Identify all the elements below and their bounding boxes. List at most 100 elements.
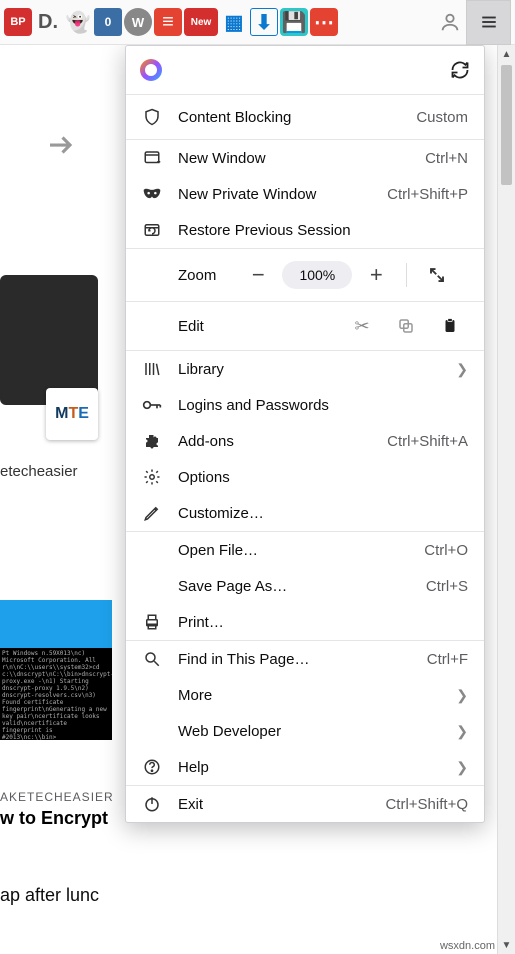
zoom-in-button[interactable]: +	[358, 259, 394, 291]
profile-icon[interactable]	[436, 8, 464, 36]
new-window-label: New Window	[178, 150, 409, 167]
sync-button[interactable]	[450, 60, 470, 80]
dots-icon[interactable]: ⋯	[310, 8, 338, 36]
content-blocking-status: Custom	[416, 109, 468, 126]
edit-row: Edit ✂	[126, 302, 484, 350]
help-icon	[142, 758, 162, 776]
web-dev-label: Web Developer	[178, 723, 440, 740]
restore-icon	[142, 221, 162, 239]
pocket-title: w to Encrypt	[0, 808, 108, 829]
help-label: Help	[178, 759, 440, 776]
browser-toolbar: BP D. 👻 0 W ≡ New ▦ ⬇ 💾 ⋯	[0, 0, 515, 45]
new-private-row[interactable]: New Private Window Ctrl+Shift+P	[126, 176, 484, 212]
fullscreen-button[interactable]	[419, 259, 455, 291]
find-row[interactable]: Find in This Page… Ctrl+F	[126, 641, 484, 677]
restore-label: Restore Previous Session	[178, 222, 468, 239]
w-icon[interactable]: W	[124, 8, 152, 36]
scroll-up-icon[interactable]: ▲	[498, 45, 515, 63]
content-blocking-row[interactable]: Content Blocking Custom	[126, 95, 484, 139]
chevron-right-icon: ❯	[456, 759, 468, 776]
mask-icon	[142, 188, 162, 200]
restore-session-row[interactable]: Restore Previous Session	[126, 212, 484, 248]
key-icon	[142, 398, 162, 412]
new-window-row[interactable]: New Window Ctrl+N	[126, 140, 484, 176]
exit-row[interactable]: Exit Ctrl+Shift+Q	[126, 786, 484, 822]
exit-shortcut: Ctrl+Shift+Q	[385, 796, 468, 813]
badge-icon[interactable]: 0	[94, 8, 122, 36]
addons-label: Add-ons	[178, 433, 371, 450]
zoom-value[interactable]: 100%	[282, 261, 352, 289]
more-row[interactable]: More ❯	[126, 677, 484, 713]
save-as-shortcut: Ctrl+S	[426, 578, 468, 595]
pocket-tile[interactable]: Pt Windows n.59X013\nc) Microsoft Corpor…	[0, 600, 112, 740]
open-file-shortcut: Ctrl+O	[424, 542, 468, 559]
hamburger-menu-button[interactable]	[466, 0, 511, 45]
help-row[interactable]: Help ❯	[126, 749, 484, 785]
new-private-shortcut: Ctrl+Shift+P	[387, 186, 468, 203]
ghost-icon[interactable]: 👻	[64, 8, 92, 36]
zoom-label: Zoom	[178, 267, 216, 284]
content-blocking-label: Content Blocking	[178, 109, 400, 126]
library-row[interactable]: Library ❯	[126, 351, 484, 387]
profile-row	[126, 46, 484, 94]
logins-row[interactable]: Logins and Passwords	[126, 387, 484, 423]
nav-arrow-icon[interactable]	[40, 125, 80, 165]
watermark: wsxdn.com	[440, 940, 495, 952]
adblock-icon[interactable]: BP	[4, 8, 32, 36]
save-as-row[interactable]: Save Page As… Ctrl+S	[126, 568, 484, 604]
copy-button[interactable]	[384, 309, 428, 343]
d-icon[interactable]: D.	[34, 8, 62, 36]
search-icon	[142, 650, 162, 668]
cut-button[interactable]: ✂	[340, 309, 384, 343]
topsite-caption: etecheasier	[0, 463, 78, 480]
scroll-thumb[interactable]	[501, 65, 512, 185]
dash-icon[interactable]: ▦	[220, 8, 248, 36]
app-menu: Content Blocking Custom New Window Ctrl+…	[125, 45, 485, 823]
vertical-scrollbar[interactable]: ▲ ▼	[497, 45, 515, 954]
options-row[interactable]: Options	[126, 459, 484, 495]
terminal-thumbnail: Pt Windows n.59X013\nc) Microsoft Corpor…	[0, 648, 112, 740]
web-dev-row[interactable]: Web Developer ❯	[126, 713, 484, 749]
print-icon	[142, 613, 162, 631]
edit-label: Edit	[178, 318, 340, 335]
paste-button[interactable]	[428, 309, 472, 343]
print-label: Print…	[178, 614, 468, 631]
save-icon[interactable]: 💾	[280, 8, 308, 36]
bottom-text: ap after lunc	[0, 885, 99, 906]
addons-shortcut: Ctrl+Shift+A	[387, 433, 468, 450]
download-icon[interactable]: ⬇	[250, 8, 278, 36]
customize-label: Customize…	[178, 505, 468, 522]
gear-icon	[142, 468, 162, 486]
new-window-shortcut: Ctrl+N	[425, 150, 468, 167]
shield-icon	[142, 108, 162, 126]
paint-icon	[142, 504, 162, 522]
new-private-label: New Private Window	[178, 186, 371, 203]
save-as-label: Save Page As…	[178, 578, 410, 595]
find-label: Find in This Page…	[178, 651, 411, 668]
print-row[interactable]: Print…	[126, 604, 484, 640]
open-file-label: Open File…	[178, 542, 408, 559]
open-file-row[interactable]: Open File… Ctrl+O	[126, 532, 484, 568]
window-icon	[142, 149, 162, 167]
logins-label: Logins and Passwords	[178, 397, 468, 414]
scroll-down-icon[interactable]: ▼	[498, 936, 515, 954]
mte-logo: MTE	[55, 405, 89, 423]
library-icon	[142, 360, 162, 378]
power-icon	[142, 795, 162, 813]
exit-label: Exit	[178, 796, 369, 813]
find-shortcut: Ctrl+F	[427, 651, 468, 668]
more-label: More	[178, 687, 440, 704]
customize-row[interactable]: Customize…	[126, 495, 484, 531]
addons-row[interactable]: Add-ons Ctrl+Shift+A	[126, 423, 484, 459]
chevron-right-icon: ❯	[456, 361, 468, 378]
topsite-tile[interactable]: MTE	[0, 275, 98, 440]
zoom-out-button[interactable]: −	[240, 259, 276, 291]
library-label: Library	[178, 361, 440, 378]
avatar-icon[interactable]	[140, 59, 162, 81]
todoist-icon[interactable]: ≡	[154, 8, 182, 36]
pocket-source: AKETECHEASIER	[0, 790, 114, 804]
new-badge-icon[interactable]: New	[184, 8, 218, 36]
chevron-right-icon: ❯	[456, 723, 468, 740]
puzzle-icon	[142, 432, 162, 450]
zoom-row: Zoom − 100% +	[126, 249, 484, 301]
